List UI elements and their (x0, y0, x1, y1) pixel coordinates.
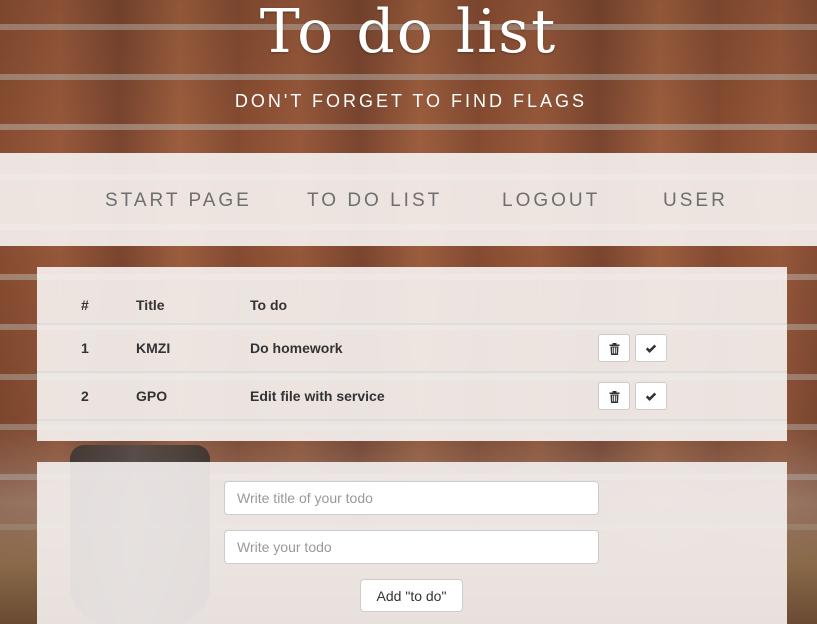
todo-table-panel: # Title To do 1 KMZI Do homework 2 GPO E… (37, 267, 787, 441)
row-todo: Do homework (250, 340, 343, 356)
table-header-row: # Title To do (37, 287, 787, 324)
row-number: 2 (81, 388, 89, 404)
table-row: 2 GPO Edit file with service (37, 372, 787, 420)
nav-start-page[interactable]: START PAGE (105, 189, 252, 213)
table-row: 1 KMZI Do homework (37, 324, 787, 372)
nav-logout[interactable]: LOGOUT (502, 189, 600, 213)
column-header-number: # (81, 297, 89, 313)
row-todo: Edit file with service (250, 388, 385, 404)
column-header-actions (598, 287, 787, 324)
todo-text-input[interactable] (224, 530, 599, 564)
add-todo-button[interactable]: Add "to do" (360, 579, 463, 612)
main-nav: START PAGE TO DO LIST LOGOUT USER (0, 153, 817, 246)
todo-title-input[interactable] (224, 481, 599, 515)
done-button[interactable] (635, 334, 667, 362)
row-title: KMZI (136, 340, 171, 356)
check-icon (645, 344, 657, 353)
delete-button[interactable] (598, 382, 630, 410)
column-header-todo: To do (250, 297, 288, 313)
site-title: To do list (259, 0, 558, 67)
nav-user[interactable]: USER (663, 189, 728, 213)
row-number: 1 (81, 340, 89, 356)
delete-button[interactable] (598, 334, 630, 362)
row-actions (598, 324, 787, 372)
row-actions (598, 372, 787, 420)
column-header-title: Title (136, 297, 165, 313)
todo-table: # Title To do 1 KMZI Do homework 2 GPO E… (37, 287, 787, 421)
site-subtitle: DON'T FORGET TO FIND FLAGS (234, 91, 588, 111)
row-title: GPO (136, 388, 168, 404)
trash-icon (609, 390, 619, 403)
nav-todo-list[interactable]: TO DO LIST (307, 189, 442, 213)
done-button[interactable] (635, 382, 667, 410)
check-icon (645, 392, 657, 401)
add-todo-form: Add "to do" (37, 462, 787, 624)
trash-icon (609, 342, 619, 355)
